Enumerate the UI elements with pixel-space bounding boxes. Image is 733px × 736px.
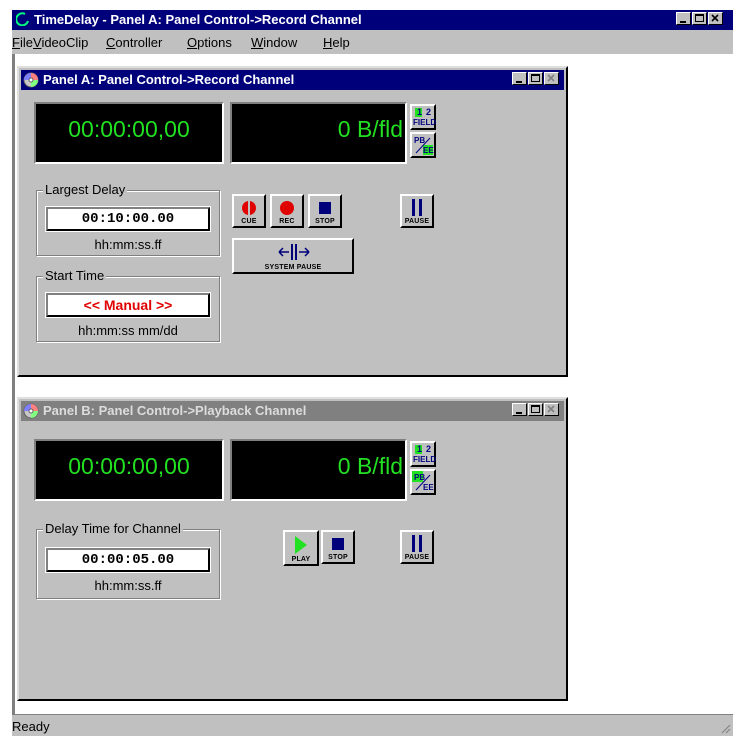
panel-b-pb-ee-button[interactable]: PB EE — [410, 469, 436, 495]
maximize-button[interactable] — [692, 12, 707, 25]
largest-delay-label: Largest Delay — [43, 182, 128, 197]
panel-a-minimize-button[interactable] — [512, 72, 527, 85]
menu-help[interactable]: Help — [323, 35, 350, 50]
panel-b-stop-button[interactable]: STOP — [321, 530, 355, 564]
rec-button[interactable]: REC — [270, 194, 304, 228]
cue-label: CUE — [241, 218, 257, 225]
mdi-edge — [12, 54, 15, 714]
pause-label: PAUSE — [404, 554, 430, 561]
status-bar: Ready — [12, 714, 733, 736]
field-one-label: 1 — [417, 107, 423, 117]
panel-b-maximize-button[interactable] — [528, 403, 543, 416]
menu-controller[interactable]: Controller — [106, 35, 162, 50]
field-one-label: 1 — [417, 444, 423, 454]
start-time-label: Start Time — [43, 268, 107, 283]
minimize-icon — [516, 412, 522, 414]
pause-label: PAUSE — [404, 218, 430, 225]
minimize-icon — [680, 21, 686, 23]
panel-a-timecode-display: 00:00:00,00 — [34, 102, 224, 164]
largest-delay-input[interactable]: 00:10:00.00 — [45, 206, 211, 232]
app-title: TimeDelay - Panel A: Panel Control->Reco… — [34, 12, 362, 27]
menu-options[interactable]: Options — [187, 35, 232, 50]
ee-label: EE — [423, 483, 434, 492]
panel-a-maximize-button[interactable] — [528, 72, 543, 85]
play-label: PLAY — [291, 556, 311, 563]
maximize-icon — [531, 405, 540, 413]
minimize-button[interactable] — [676, 12, 691, 25]
panel-a-rate-display: 0 B/fld — [230, 102, 407, 164]
rate-text: 0 B/fld — [337, 116, 403, 142]
ee-label: EE — [423, 146, 434, 155]
field-label: FIELD — [413, 118, 437, 127]
panel-a-title-bar[interactable]: Panel A: Panel Control->Record Channel — [21, 70, 564, 90]
field-two-label: 2 — [426, 444, 432, 454]
menu-window[interactable]: Window — [251, 35, 297, 50]
delay-time-format: hh:mm:ss.ff — [94, 578, 162, 593]
timecode-text: 00:00:00,00 — [68, 453, 190, 479]
cd-icon — [23, 72, 39, 88]
close-icon — [547, 74, 555, 82]
close-button[interactable] — [708, 12, 723, 25]
field-two-label: 2 — [426, 107, 432, 117]
delay-time-group: Delay Time for Channel 00:00:05.00 hh:mm… — [36, 521, 220, 599]
close-icon — [547, 405, 555, 413]
cue-button[interactable]: CUE — [232, 194, 266, 228]
menu-videoclip[interactable]: VideoClip — [33, 35, 88, 50]
panel-b-pause-button[interactable]: PAUSE — [400, 530, 434, 564]
close-icon — [711, 14, 719, 22]
start-time-group: Start Time << Manual >> hh:mm:ss mm/dd — [36, 268, 220, 342]
delay-time-label: Delay Time for Channel — [43, 521, 183, 536]
panel-a-field-button[interactable]: 1 2 FIELD — [410, 104, 436, 130]
maximize-icon — [531, 74, 540, 82]
rec-label: REC — [279, 218, 295, 225]
panel-a-pb-ee-button[interactable]: PB EE — [410, 132, 436, 158]
stop-label: STOP — [328, 554, 348, 561]
largest-delay-group: Largest Delay 00:10:00.00 hh:mm:ss.ff — [36, 182, 220, 256]
field-label: FIELD — [413, 455, 437, 464]
system-pause-button[interactable]: SYSTEM PAUSE — [232, 238, 354, 274]
status-text: Ready — [12, 719, 50, 734]
app-window: TimeDelay - Panel A: Panel Control->Reco… — [12, 10, 733, 736]
delay-time-input[interactable]: 00:00:05.00 — [45, 547, 211, 573]
pb-label: PB — [414, 136, 426, 145]
pause-button[interactable]: PAUSE — [400, 194, 434, 228]
app-title-bar[interactable]: TimeDelay - Panel A: Panel Control->Reco… — [12, 10, 733, 30]
panel-b-title: Panel B: Panel Control->Playback Channel — [43, 403, 307, 418]
minimize-icon — [516, 81, 522, 83]
panel-b-minimize-button[interactable] — [512, 403, 527, 416]
cd-icon — [23, 403, 39, 419]
rate-text: 0 B/fld — [337, 453, 403, 479]
panel-b-close-button[interactable] — [544, 403, 559, 416]
panel-b-timecode-display: 00:00:00,00 — [34, 439, 224, 501]
menu-file[interactable]: File — [12, 35, 33, 50]
start-time-input[interactable]: << Manual >> — [45, 292, 211, 318]
start-time-format: hh:mm:ss mm/dd — [78, 323, 178, 338]
panel-b-rate-display: 0 B/fld — [230, 439, 407, 501]
panel-b-field-button[interactable]: 1 2 FIELD — [410, 441, 436, 467]
panel-a-window: Panel A: Panel Control->Record Channel 0… — [17, 66, 568, 377]
panel-a-close-button[interactable] — [544, 72, 559, 85]
panel-b-title-bar[interactable]: Panel B: Panel Control->Playback Channel — [21, 401, 564, 421]
largest-delay-format: hh:mm:ss.ff — [94, 237, 162, 252]
app-icon — [16, 12, 29, 26]
stop-label: STOP — [315, 218, 335, 225]
maximize-icon — [695, 14, 704, 22]
pb-label: PB — [414, 473, 426, 482]
menu-bar: File VideoClip Controller Options Window… — [12, 32, 733, 54]
play-button[interactable]: PLAY — [283, 530, 319, 566]
timecode-text: 00:00:00,00 — [68, 116, 190, 142]
resize-grip-icon[interactable] — [721, 724, 731, 734]
panel-b-window: Panel B: Panel Control->Playback Channel… — [17, 397, 568, 701]
system-pause-label: SYSTEM PAUSE — [264, 264, 322, 271]
panel-a-title: Panel A: Panel Control->Record Channel — [43, 72, 295, 87]
stop-button[interactable]: STOP — [308, 194, 342, 228]
